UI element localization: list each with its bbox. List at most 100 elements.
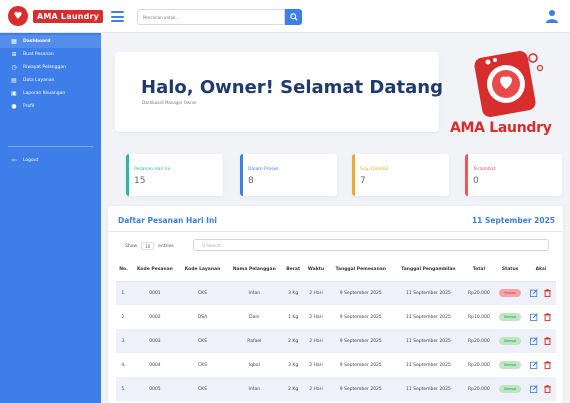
column-header[interactable]: Kode Pesanan: [131, 259, 179, 282]
cell-waktu: 2 Hari: [303, 329, 329, 353]
cell-waktu: 2 Hari: [309, 314, 323, 320]
brand-name: AMA Laundry: [33, 9, 104, 23]
cell-berat: 2 Kg: [282, 329, 304, 353]
sidebar-item-profil[interactable]: ● Profil: [0, 100, 101, 113]
cell-total: Rp10.000: [467, 314, 490, 320]
divider: [108, 231, 563, 232]
cell-pesan: 9 September 2025: [328, 377, 394, 401]
cell-nama: Intan: [226, 377, 283, 401]
entries-label: entries: [158, 243, 174, 249]
table-row: 3. 0003 CKS Rafael 2 Kg 2 Hari 9 September 202…: [116, 329, 556, 353]
edit-icon[interactable]: [530, 313, 539, 321]
sidebar-item-laporan-keuangan[interactable]: ▣ Laporan Keuangan: [0, 87, 101, 100]
column-header: Aksi: [525, 259, 556, 282]
search-button[interactable]: [285, 9, 302, 25]
cell-status: Selesai: [494, 305, 526, 329]
cell-actions: [526, 353, 556, 377]
stat-card-siap-diambil: Siap Diambil 7: [352, 154, 449, 196]
cell-berat: 3 Kg: [288, 362, 299, 368]
cell-berat: 1 Kg: [288, 314, 299, 320]
sidebar-item-label: Profil: [23, 104, 35, 109]
table-date: 11 September 2025: [471, 216, 555, 225]
sidebar-item-label: Laporan Keuangan: [23, 91, 66, 96]
stat-label: Pesanan Hari Ini: [134, 167, 171, 172]
delete-icon[interactable]: [544, 337, 552, 346]
sidebar-item-riwayat-pelanggan[interactable]: ◷ Riwayat Pelanggan: [0, 61, 101, 74]
sidebar-item-label: Data Layanan: [23, 78, 55, 83]
stat-accent: [465, 154, 468, 196]
column-header[interactable]: Status: [494, 259, 526, 282]
page-title: Halo, Owner! Selamat Datang: [141, 77, 443, 98]
column-header[interactable]: Nama Pelanggan: [226, 259, 283, 282]
cell-nama: Intan: [226, 281, 283, 305]
cell-kode: 0005: [131, 377, 179, 401]
sidebar-item-label: Riwayat Pelanggan: [23, 65, 66, 70]
edit-icon[interactable]: [530, 385, 539, 393]
page-length-select[interactable]: 10: [141, 242, 155, 250]
stat-accent: [352, 154, 355, 196]
page-length-control: Show 10 entries: [125, 242, 174, 250]
brand[interactable]: ♥ AMA Laundry: [8, 6, 104, 26]
column-header[interactable]: Tanggal Pengambilan: [393, 259, 464, 282]
cell-actions: [525, 377, 556, 401]
cell-no: 3.: [116, 329, 132, 353]
user-icon: ●: [11, 103, 17, 110]
cell-layanan: CKS: [178, 281, 227, 305]
sidebar-item-data-layanan[interactable]: ▤ Data Layanan: [0, 74, 101, 87]
cell-waktu: 2 Hari: [303, 377, 329, 401]
cell-ambil: 11 September 2025: [405, 314, 451, 320]
column-header[interactable]: Tanggal Pemesanan: [328, 259, 394, 282]
user-account-icon[interactable]: [545, 9, 559, 23]
table-header-row: No. Kode Pesanan Kode Layanan Nama Pelan…: [116, 259, 556, 282]
column-header[interactable]: Total: [463, 259, 495, 282]
edit-icon[interactable]: [530, 337, 539, 345]
layers-icon: ▤: [11, 77, 17, 84]
delete-icon[interactable]: [544, 361, 552, 370]
show-label: Show: [125, 243, 138, 249]
search-input[interactable]: [137, 9, 285, 25]
logout-button[interactable]: ⇦ Logout: [0, 154, 101, 167]
stat-card-dalam-proses: Dalam Proses 8: [240, 154, 337, 196]
cell-ambil: 11 September 2025: [405, 362, 451, 368]
dashboard-icon: ▦: [11, 38, 17, 45]
cell-layanan: CKS: [178, 377, 227, 401]
status-badge: Selesai: [498, 337, 522, 345]
cell-pesan: 9 September 2025: [328, 281, 394, 305]
cell-ambil: 11 September 2025: [393, 329, 464, 353]
stat-accent: [126, 154, 129, 196]
column-header[interactable]: Berat: [282, 259, 304, 282]
table-row: 1. 0001 CKS Intan 3 Kg 2 Hari 9 September 2025…: [116, 281, 556, 305]
edit-icon[interactable]: [530, 361, 539, 369]
cell-layanan: DSA: [197, 314, 208, 320]
cell-kode: 0001: [131, 281, 179, 305]
cell-kode: 0004: [149, 362, 161, 368]
logout-icon: ⇦: [11, 157, 17, 164]
cell-waktu: 2 Hari: [303, 281, 329, 305]
stat-value: 7: [360, 176, 366, 186]
cell-kode: 0002: [149, 314, 161, 320]
add-order-icon: ⊞: [11, 51, 17, 58]
sidebar: ▦ Dashboard ⊞ Buat Pesanan ◷ Riwayat Pel…: [0, 33, 101, 403]
edit-icon[interactable]: [530, 289, 539, 298]
cell-status: Selesai: [494, 377, 526, 401]
cell-nama: Rafael: [226, 329, 283, 353]
sidebar-item-buat-pesanan[interactable]: ⊞ Buat Pesanan: [0, 48, 101, 61]
column-header[interactable]: Kode Layanan: [178, 259, 227, 282]
status-badge: Selesai: [498, 385, 522, 393]
delete-icon[interactable]: [544, 385, 552, 394]
sidebar-item-dashboard[interactable]: ▦ Dashboard: [0, 35, 101, 48]
cell-actions: [525, 281, 556, 305]
column-header[interactable]: No.: [116, 259, 132, 282]
delete-icon[interactable]: [544, 289, 552, 298]
menu-toggle-icon[interactable]: [111, 11, 124, 22]
stat-card-terlambat: Terlambat 0: [465, 154, 562, 196]
sidebar-item-label: Buat Pesanan: [23, 52, 54, 57]
column-header[interactable]: Waktu: [303, 259, 329, 282]
status-badge: Selesai: [498, 313, 522, 321]
table-row: 4. 0004 CKS Iqbal 3 Kg 2 Hari 9 September 2025…: [116, 353, 556, 377]
delete-icon[interactable]: [544, 313, 552, 322]
cell-ambil: 11 September 2025: [393, 377, 464, 401]
table-search-input[interactable]: Q Search...: [193, 239, 549, 251]
stat-label: Terlambat: [473, 167, 496, 172]
stat-value: 15: [134, 176, 146, 186]
